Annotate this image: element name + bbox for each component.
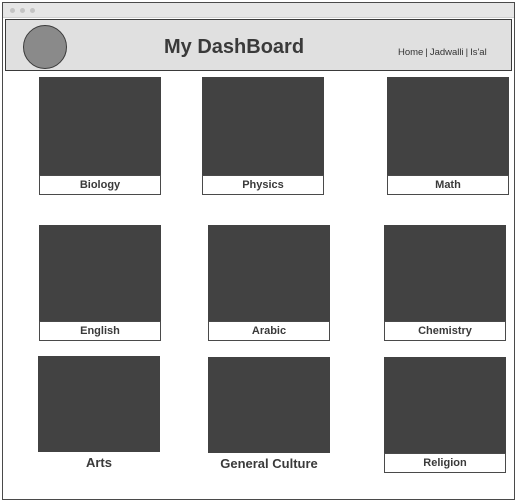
browser-window: My DashBoard Home | Jadwalli | Is'al Biology… (2, 2, 515, 500)
top-nav: Home | Jadwalli | Is'al (398, 47, 487, 58)
subject-thumbnail[interactable] (208, 357, 330, 453)
subject-thumbnail[interactable] (387, 77, 509, 175)
dashboard-header: My DashBoard Home | Jadwalli | Is'al (5, 19, 512, 71)
window-dot-icon[interactable] (20, 8, 25, 13)
window-dot-icon[interactable] (10, 8, 15, 13)
subject-label[interactable]: Arts (38, 454, 160, 472)
subject-label[interactable]: Religion (384, 453, 506, 473)
subject-label[interactable]: Biology (39, 175, 161, 195)
nav-jadwalli-link[interactable]: Jadwalli (430, 47, 464, 58)
subject-thumbnail[interactable] (39, 225, 161, 321)
subject-label[interactable]: English (39, 321, 161, 341)
subject-thumbnail[interactable] (38, 356, 160, 452)
subject-card-arts[interactable]: Arts (38, 356, 160, 474)
nav-home-link[interactable]: Home (398, 47, 423, 58)
subject-label[interactable]: Physics (202, 175, 324, 195)
nav-isal-link[interactable]: Is'al (470, 47, 487, 58)
subject-thumbnail[interactable] (384, 357, 506, 453)
window-dot-icon[interactable] (30, 8, 35, 13)
subject-label[interactable]: General Culture (208, 455, 330, 473)
subject-thumbnail[interactable] (39, 77, 161, 175)
subject-label[interactable]: Chemistry (384, 321, 506, 341)
subject-thumbnail[interactable] (202, 77, 324, 175)
subject-card-english[interactable]: English (39, 225, 161, 341)
subject-thumbnail[interactable] (208, 225, 330, 321)
subject-card-general-culture[interactable]: General Culture (208, 357, 330, 475)
subject-card-chemistry[interactable]: Chemistry (384, 225, 506, 341)
window-titlebar (3, 3, 514, 18)
subject-card-math[interactable]: Math (387, 77, 509, 195)
subject-card-arabic[interactable]: Arabic (208, 225, 330, 341)
avatar[interactable] (23, 25, 67, 69)
subject-card-physics[interactable]: Physics (202, 77, 324, 195)
page-title: My DashBoard (164, 36, 305, 58)
subject-label[interactable]: Math (387, 175, 509, 195)
subject-card-biology[interactable]: Biology (39, 77, 161, 195)
subject-thumbnail[interactable] (384, 225, 506, 321)
subject-label[interactable]: Arabic (208, 321, 330, 341)
subject-card-religion[interactable]: Religion (384, 357, 506, 473)
